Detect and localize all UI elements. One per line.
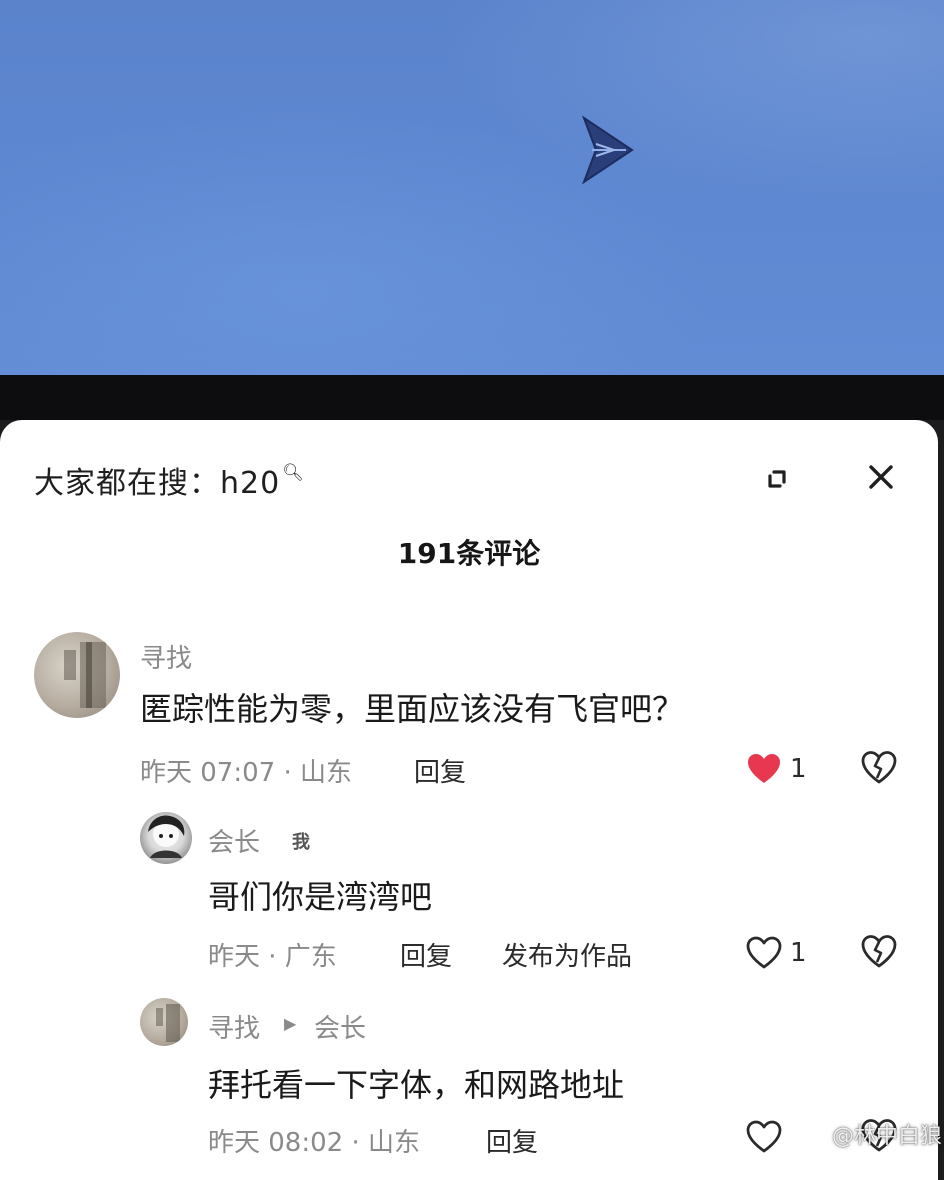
- comment-panel: 大家都在搜：h20 🔍︎ 191条评论 寻找 匿踪性能为零，里面应该没有飞官吧？…: [0, 420, 938, 1180]
- video-frame[interactable]: [0, 0, 944, 375]
- dislike-broken-heart-icon[interactable]: [860, 750, 898, 786]
- like-count: 1: [790, 754, 807, 784]
- close-icon[interactable]: [862, 458, 900, 496]
- avatar[interactable]: [34, 632, 120, 718]
- search-icon[interactable]: 🔍︎: [282, 463, 304, 483]
- watermark: @林中白狼: [800, 1118, 942, 1150]
- trending-search-label[interactable]: 大家都在搜：h20: [34, 458, 280, 502]
- reply-meta: 昨天 08:02 · 山东: [208, 1128, 420, 1158]
- reply-meta: 昨天 · 广东: [208, 942, 337, 972]
- avatar[interactable]: [140, 998, 188, 1046]
- reply-to-username[interactable]: 会长: [314, 1008, 366, 1045]
- reply-text: 哥们你是湾湾吧: [208, 878, 433, 916]
- watermark-text: @林中白狼: [832, 1124, 943, 1149]
- reply-username[interactable]: 寻找: [208, 1008, 260, 1045]
- comment-text: 匿踪性能为零，里面应该没有飞官吧？: [140, 690, 685, 728]
- heart-outline-icon[interactable]: [746, 936, 782, 970]
- like-count: 1: [790, 938, 807, 968]
- weibo-logo-icon: [801, 1128, 827, 1148]
- comment-meta: 昨天 07:07 · 山东: [140, 758, 352, 788]
- comment-count-title: 191条评论: [397, 537, 541, 570]
- dislike-broken-heart-icon[interactable]: [860, 934, 898, 970]
- reply-button[interactable]: 回复: [486, 1122, 538, 1159]
- heart-outline-icon[interactable]: [746, 1120, 782, 1154]
- stealth-aircraft-image: [581, 115, 634, 185]
- reply-username[interactable]: 会长: [208, 822, 260, 859]
- reply-arrow-icon: ▶: [284, 1014, 297, 1033]
- comment-username[interactable]: 寻找: [140, 638, 192, 675]
- reply-button[interactable]: 回复: [400, 936, 452, 973]
- reply-text: 拜托看一下字体，和网路地址: [208, 1066, 625, 1104]
- reply-button[interactable]: 回复: [414, 752, 466, 789]
- me-badge: 我: [292, 832, 310, 853]
- avatar[interactable]: [140, 812, 192, 864]
- video-bottom-bar: [0, 375, 944, 420]
- trending-search-bar[interactable]: 大家都在搜：h20 🔍︎: [34, 458, 304, 502]
- expand-icon[interactable]: [760, 462, 794, 496]
- heart-filled-icon[interactable]: [746, 752, 782, 786]
- publish-as-work-button[interactable]: 发布为作品: [502, 936, 632, 973]
